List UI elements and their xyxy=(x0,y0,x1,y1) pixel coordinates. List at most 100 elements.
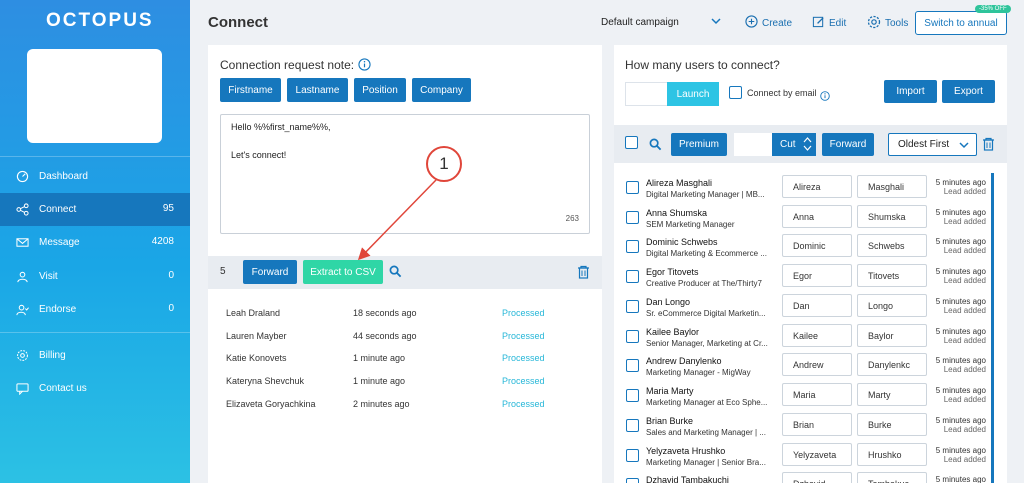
lead-lastname-field[interactable]: Masghali xyxy=(857,175,927,198)
lead-firstname-field[interactable]: Dzhavid xyxy=(782,472,852,483)
lead-row: Andrew Danylenko Marketing Manager - Mig… xyxy=(624,353,994,386)
leads-scrollbar[interactable] xyxy=(991,173,994,483)
lead-position: Marketing Manager | Senior Bra... xyxy=(646,458,766,467)
note-textarea[interactable]: Hello %%first_name%%, Let's connect! 263 xyxy=(220,114,590,234)
campaign-select[interactable]: Default campaign xyxy=(601,17,679,28)
lead-lastname-field[interactable]: Schwebs xyxy=(857,234,927,257)
sidebar-item-endorse[interactable]: Endorse 0 xyxy=(0,293,190,326)
chevron-down-icon[interactable] xyxy=(709,14,723,33)
sidebar-item-contact[interactable]: Contact us xyxy=(0,372,190,405)
app-logo[interactable]: OCTOPUS xyxy=(46,10,154,32)
sidebar-item-label: Contact us xyxy=(39,383,87,394)
sidebar-item-message[interactable]: Message 4208 xyxy=(0,226,190,259)
lead-status: Lead added xyxy=(943,306,986,315)
lead-checkbox[interactable] xyxy=(626,270,639,283)
sort-select[interactable]: Oldest First xyxy=(888,133,977,156)
lead-checkbox[interactable] xyxy=(626,449,639,462)
sidebar-item-count: 0 xyxy=(168,303,174,314)
avatar-placeholder xyxy=(27,49,162,143)
sidebar-item-dashboard[interactable]: Dashboard xyxy=(0,160,190,193)
tag-lastname-button[interactable]: Lastname xyxy=(287,78,348,102)
lead-lastname-field[interactable]: Shumska xyxy=(857,205,927,228)
tools-button[interactable]: Tools xyxy=(867,15,908,32)
lead-firstname-field[interactable]: Dan xyxy=(782,294,852,317)
lead-firstname-field[interactable]: Anna xyxy=(782,205,852,228)
lead-checkbox[interactable] xyxy=(626,300,639,313)
select-all-checkbox[interactable] xyxy=(625,136,638,149)
lead-status: Lead added xyxy=(943,395,986,404)
trash-icon[interactable] xyxy=(982,137,995,156)
users-count-input[interactable] xyxy=(625,82,667,106)
lead-firstname-field[interactable]: Maria xyxy=(782,383,852,406)
lead-lastname-field[interactable]: Longo xyxy=(857,294,927,317)
export-button[interactable]: Export xyxy=(942,80,995,103)
lead-time: 5 minutes ago xyxy=(935,208,986,217)
create-button[interactable]: Create xyxy=(745,15,792,31)
lead-firstname-field[interactable]: Kailee xyxy=(782,324,852,347)
lead-checkbox[interactable] xyxy=(626,478,639,483)
lead-firstname-field[interactable]: Dominic xyxy=(782,234,852,257)
lead-name: Egor Titovets xyxy=(646,267,699,277)
trash-icon[interactable] xyxy=(577,265,590,284)
lead-checkbox[interactable] xyxy=(626,389,639,402)
lead-firstname-field[interactable]: Brian xyxy=(782,413,852,436)
lead-firstname-field[interactable]: Yelyzaveta xyxy=(782,443,852,466)
lead-firstname-field[interactable]: Egor xyxy=(782,264,852,287)
search-icon[interactable] xyxy=(649,138,662,156)
lead-checkbox[interactable] xyxy=(626,181,639,194)
launch-button[interactable]: Launch xyxy=(667,82,719,106)
lead-checkbox[interactable] xyxy=(626,240,639,253)
lead-checkbox[interactable] xyxy=(626,359,639,372)
lead-firstname-field[interactable]: Alireza xyxy=(782,175,852,198)
lead-time: 5 minutes ago xyxy=(935,178,986,187)
lead-time: 5 minutes ago xyxy=(935,327,986,336)
plus-circle-icon xyxy=(745,15,758,31)
lead-checkbox[interactable] xyxy=(626,211,639,224)
switch-annual-button[interactable]: Switch to annual xyxy=(915,11,1007,35)
lead-lastname-field[interactable]: Danylenkc xyxy=(857,353,927,376)
tag-position-button[interactable]: Position xyxy=(354,78,406,102)
sidebar-item-visit[interactable]: Visit 0 xyxy=(0,260,190,293)
cut-select[interactable]: Cut xyxy=(772,133,816,156)
tag-firstname-button[interactable]: Firstname xyxy=(220,78,281,102)
import-button[interactable]: Import xyxy=(884,80,937,103)
info-icon[interactable] xyxy=(358,58,371,76)
chevron-down-icon xyxy=(958,139,970,154)
tag-company-button[interactable]: Company xyxy=(412,78,471,102)
lead-status: Lead added xyxy=(943,425,986,434)
lead-lastname-field[interactable]: Hrushko xyxy=(857,443,927,466)
sidebar-item-connect[interactable]: Connect 95 xyxy=(0,193,190,226)
processed-row: Lauren Mayber 44 seconds ago Processed xyxy=(226,331,586,345)
gear-icon xyxy=(867,15,881,32)
forward-leads-button[interactable]: Forward xyxy=(822,133,874,156)
forward-button[interactable]: Forward xyxy=(243,260,297,284)
lead-lastname-field[interactable]: Baylor xyxy=(857,324,927,347)
note-line xyxy=(231,136,579,150)
lead-name: Anna Shumska xyxy=(646,208,708,218)
char-count: 263 xyxy=(565,214,579,223)
edit-button[interactable]: Edit xyxy=(812,15,846,31)
annotation-callout: 1 xyxy=(426,146,462,182)
sort-label: Oldest First xyxy=(898,139,950,150)
lead-position: Sales and Marketing Manager | ... xyxy=(646,428,766,437)
lead-lastname-field[interactable]: Burke xyxy=(857,413,927,436)
premium-filter-button[interactable]: Premium xyxy=(671,133,727,156)
lead-time: 5 minutes ago xyxy=(935,356,986,365)
lead-lastname-field[interactable]: Tambakuc xyxy=(857,472,927,483)
lead-position: Marketing Manager at Eco Sphe... xyxy=(646,398,768,407)
gear-icon xyxy=(15,349,29,363)
cut-count-input[interactable] xyxy=(734,133,772,156)
search-icon[interactable] xyxy=(389,265,402,283)
lead-checkbox[interactable] xyxy=(626,330,639,343)
lead-name: Dzhavid Tambakuchi xyxy=(646,475,729,483)
lead-row: Egor Titovets Creative Producer at The/T… xyxy=(624,264,994,297)
extract-csv-button[interactable]: Extract to CSV xyxy=(303,260,383,284)
connect-by-email-checkbox[interactable] xyxy=(729,86,742,99)
lead-firstname-field[interactable]: Andrew xyxy=(782,353,852,376)
sidebar-item-billing[interactable]: Billing xyxy=(0,339,190,372)
info-icon[interactable] xyxy=(820,88,830,106)
lead-lastname-field[interactable]: Marty xyxy=(857,383,927,406)
lead-lastname-field[interactable]: Titovets xyxy=(857,264,927,287)
sort-arrows-icon xyxy=(803,136,812,155)
lead-checkbox[interactable] xyxy=(626,419,639,432)
